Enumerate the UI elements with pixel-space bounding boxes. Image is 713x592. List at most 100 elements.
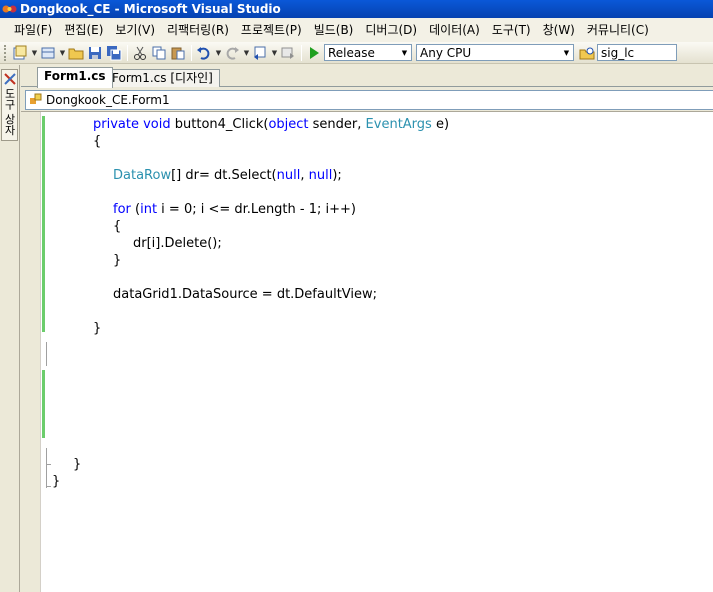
scissors-icon [134,46,146,60]
types-combo-value: Dongkook_CE.Form1 [46,93,170,107]
standard-toolbar: ▼ ▼ ▼ ▼ ▼ Release ▼ Any CPU ▼ sig_lc [0,42,713,64]
redo-dropdown-icon[interactable]: ▼ [242,49,251,57]
title-bar: Dongkook_CE - Microsoft Visual Studio [0,0,713,18]
new-project-dropdown-icon[interactable]: ▼ [30,49,39,57]
keyword-object: object [268,117,309,132]
type-datarow: DataRow [113,168,172,183]
navigate-forward-button[interactable] [279,44,297,62]
outline-end-tick [46,486,51,487]
code-line-method-signature: private void button4_Click(object sender… [93,116,449,133]
paste-icon [171,47,185,59]
find-value: sig_lc [601,45,635,60]
window-title: Dongkook_CE - Microsoft Visual Studio [20,2,281,16]
document-tab-strip: Form1.cs Form1.cs [디자인] [21,65,713,88]
navigate-forward-icon [281,47,294,59]
navigate-backward-icon [254,46,266,60]
toolbar-separator [191,44,192,61]
code-text-fragment: e) [431,117,450,132]
code-text-fragment: ); [332,168,342,183]
menu-refactor[interactable]: 리팩터링(R) [161,20,235,40]
tools-icon [4,73,16,85]
paste-button[interactable] [169,44,187,62]
find-in-files-button[interactable] [578,44,596,62]
keyword-void: void [143,117,171,132]
undo-icon [197,46,210,60]
solution-configuration-combo[interactable]: Release ▼ [324,44,412,61]
menu-project[interactable]: 프로젝트(P) [235,20,308,40]
code-text-fragment: , [300,168,309,183]
toolbar-separator [127,44,128,61]
code-line-close-brace: } [93,321,102,336]
navigate-backward-button[interactable] [251,44,269,62]
menu-bar: 파일(F) 편집(E) 보기(V) 리팩터링(R) 프로젝트(P) 빌드(B) … [0,18,713,42]
menu-view[interactable]: 보기(V) [109,20,161,40]
play-icon [310,46,319,59]
types-combo[interactable]: Dongkook_CE.Form1 [25,90,713,110]
solution-platform-value: Any CPU [420,45,472,60]
menu-build[interactable]: 빌드(B) [308,20,360,40]
find-in-files-icon [579,47,595,59]
add-item-dropdown-icon[interactable]: ▼ [58,49,67,57]
start-debugging-button[interactable] [305,44,323,62]
code-text-fragment: ( [130,202,141,217]
class-icon [30,93,42,104]
new-project-button[interactable] [11,44,29,62]
menu-edit[interactable]: 편집(E) [58,20,109,40]
menu-file[interactable]: 파일(F) [8,20,58,40]
toolbox-tab[interactable]: 도구 상자 [1,69,18,141]
code-text-fragment: i = 0; i <= dr.Length - 1; i++) [157,202,356,217]
save-all-icon [107,45,122,60]
undo-button[interactable] [195,44,213,62]
keyword-null: null [308,168,333,183]
solution-configuration-value: Release [328,45,375,60]
open-file-button[interactable] [67,44,85,62]
code-line-open-brace: { [113,219,122,234]
solution-platform-combo[interactable]: Any CPU ▼ [416,44,574,61]
changed-lines-marker [42,370,45,438]
save-all-button[interactable] [105,44,123,62]
add-item-button[interactable] [39,44,57,62]
method-name: button4_Click( [174,117,269,132]
navigate-backward-dropdown-icon[interactable]: ▼ [270,49,279,57]
save-button[interactable] [86,44,104,62]
tab-form1-design[interactable]: Form1.cs [디자인] [105,69,220,87]
keyword-null: null [276,168,301,183]
chevron-down-icon[interactable]: ▼ [398,45,411,60]
toolbar-separator [301,44,302,61]
new-project-icon [13,45,27,59]
tab-form1-code[interactable]: Form1.cs [37,67,113,88]
toolbar-grip[interactable] [4,44,7,61]
cut-button[interactable] [131,44,149,62]
code-line-close-brace: } [52,474,61,489]
code-text-fragment: [] dr= dt.Select( [171,168,277,183]
code-line-delete: dr[i].Delete(); [133,236,222,251]
navigation-bar: Dongkook_CE.Form1 [21,88,713,112]
menu-window[interactable]: 창(W) [537,20,581,40]
code-line-select: DataRow[] dr= dt.Select(null, null); [113,167,342,184]
menu-community[interactable]: 커뮤니티(C) [581,20,655,40]
visual-studio-icon [2,5,17,13]
code-editor[interactable]: private void button4_Click(object sender… [21,112,713,592]
code-line-open-brace: { [93,134,102,149]
keyword-private: private [93,117,139,132]
undo-dropdown-icon[interactable]: ▼ [214,49,223,57]
menu-tools[interactable]: 도구(T) [486,20,537,40]
toolbox-label: 도구 상자 [3,88,16,136]
menu-data[interactable]: 데이터(A) [423,20,486,40]
code-line-datasource: dataGrid1.DataSource = dt.DefaultView; [113,287,378,302]
code-text-fragment: sender, [308,117,366,132]
add-item-icon [41,47,55,58]
code-line-for-loop: for (int i = 0; i <= dr.Length - 1; i++) [113,201,356,218]
copy-button[interactable] [150,44,168,62]
outline-end-tick [46,464,51,465]
redo-icon [226,46,239,60]
find-combo[interactable]: sig_lc [597,44,677,61]
code-text[interactable]: private void button4_Click(object sender… [21,116,713,489]
code-line-close-brace: } [113,253,122,268]
chevron-down-icon[interactable]: ▼ [560,45,573,60]
menu-debug[interactable]: 디버그(D) [359,20,423,40]
save-icon [89,46,101,59]
redo-button[interactable] [223,44,241,62]
toolbox-sidebar: 도구 상자 [0,65,20,592]
code-line-close-brace: } [73,457,82,472]
